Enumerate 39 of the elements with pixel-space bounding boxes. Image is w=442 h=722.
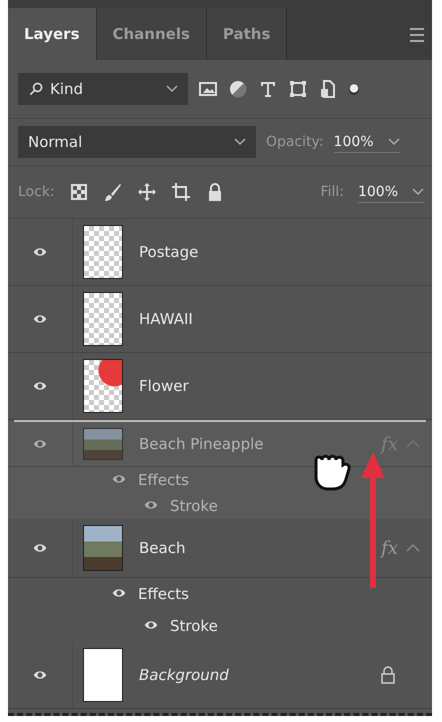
opacity-label: Opacity: — [266, 134, 324, 150]
layer-name[interactable]: Postage — [139, 243, 432, 261]
type-icon[interactable] — [258, 79, 278, 99]
crop-icon[interactable] — [170, 182, 191, 202]
panel-tab[interactable]: Layers — [8, 8, 96, 60]
effects-label: Effects — [138, 471, 189, 489]
lock-label: Lock: — [18, 184, 55, 200]
opacity-field[interactable]: 100% — [334, 132, 400, 152]
layer-row[interactable]: Postage — [8, 219, 432, 286]
layer-row[interactable]: HAWAII — [8, 286, 432, 353]
panel-tab[interactable]: Paths — [206, 8, 288, 60]
fill-label: Fill: — [320, 184, 344, 200]
layer-name[interactable]: Background — [139, 666, 380, 684]
layer-name[interactable]: Beach — [139, 539, 382, 557]
fill-field[interactable]: 100% — [358, 182, 424, 202]
effect-name: Stroke — [170, 497, 218, 515]
transform-icon[interactable] — [288, 79, 308, 99]
filter-dropdown[interactable]: Kind — [18, 73, 188, 105]
image-icon[interactable] — [198, 79, 218, 99]
caret-icon — [412, 188, 424, 196]
caret-icon — [388, 138, 400, 146]
brush-icon[interactable] — [102, 182, 123, 202]
menu-icon[interactable] — [410, 28, 424, 42]
search-icon — [28, 81, 44, 97]
caret-icon — [234, 138, 246, 146]
document-icon[interactable] — [318, 79, 338, 99]
effects-label: Effects — [138, 585, 189, 603]
move-icon[interactable] — [136, 182, 157, 202]
fx-label: fx — [381, 538, 398, 558]
layer-row[interactable]: Background — [8, 642, 432, 709]
layer-name[interactable]: Beach Pineapple — [139, 435, 382, 453]
layer-name[interactable]: HAWAII — [139, 310, 432, 328]
blend-mode-dropdown[interactable]: Normal — [18, 126, 256, 158]
caret-icon — [166, 85, 178, 93]
layer-name[interactable]: Flower — [139, 377, 432, 395]
checkerboard-icon[interactable] — [68, 182, 89, 202]
half-circle-icon[interactable] — [228, 79, 248, 99]
panel-tab[interactable]: Channels — [96, 8, 207, 60]
effect-name: Stroke — [170, 617, 218, 635]
